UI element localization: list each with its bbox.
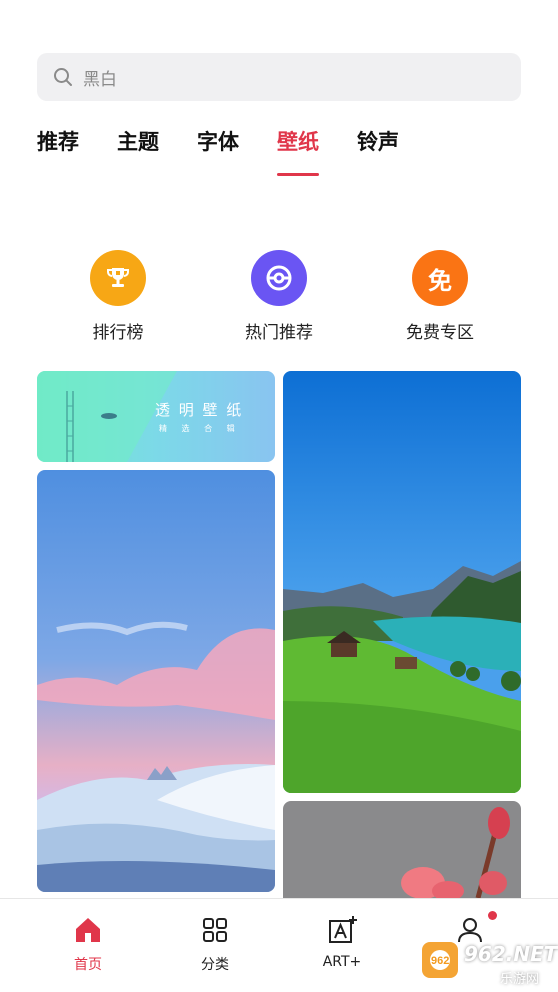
watermark-logo: 962 962.NET 乐游网 [420,938,558,988]
wallpaper-subtitle: 精 选 合 辑 [159,424,241,433]
nav-home[interactable]: 首页 [48,915,128,974]
nav-home-label: 首页 [74,957,102,973]
shortcut-ranking[interactable]: 排行榜 [58,250,178,343]
wallpaper-title: 透 明 壁 纸 [155,401,244,419]
notification-badge [488,911,497,920]
wallpaper-card-flower[interactable] [283,801,521,898]
search-bar[interactable]: 黑白 [37,53,521,101]
grid-icon [203,918,227,942]
tab-recommend[interactable]: 推荐 [37,126,79,176]
tab-ringtone[interactable]: 铃声 [357,126,399,176]
nav-category[interactable]: 分类 [175,915,255,974]
svg-text:962: 962 [431,955,449,967]
hot-ball-icon [251,250,307,306]
search-placeholder: 黑白 [83,69,117,90]
category-tabs: 推荐 主题 字体 壁纸 铃声 [37,126,437,176]
tab-theme[interactable]: 主题 [117,126,159,176]
nav-category-label: 分类 [201,957,229,973]
search-icon [54,68,72,86]
tab-font[interactable]: 字体 [197,126,239,176]
nav-art-plus[interactable]: ART+ [302,915,382,970]
free-icon: 免 [412,250,468,306]
shortcut-ranking-label: 排行榜 [92,323,144,343]
shortcut-row: 排行榜 热门推荐 免 免费专区 [0,250,558,350]
trophy-icon [90,250,146,306]
art-plus-icon [329,916,357,943]
wallpaper-card-lake[interactable] [283,371,521,793]
wallpaper-card-transparent[interactable]: 透 明 壁 纸 精 选 合 辑 [37,371,275,462]
home-icon [76,918,100,942]
watermark-subtext: 乐游网 [500,972,540,987]
shortcut-free-label: 免费专区 [406,323,474,343]
watermark-text: 962.NET [464,942,558,966]
shortcut-free[interactable]: 免 免费专区 [380,250,500,343]
shortcut-hot[interactable]: 热门推荐 [219,250,339,343]
nav-art-plus-label: ART+ [322,954,362,970]
shortcut-hot-label: 热门推荐 [245,323,313,343]
wallpaper-card-snow-mountain[interactable] [37,470,275,892]
tab-wallpaper[interactable]: 壁纸 [277,126,319,176]
